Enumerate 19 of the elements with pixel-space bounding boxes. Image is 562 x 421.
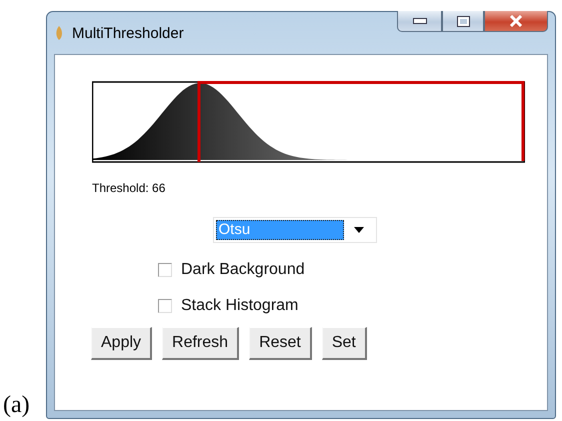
- dialog-button[interactable]: Refresh: [162, 327, 240, 360]
- checkbox-label: Stack Histogram: [181, 297, 298, 315]
- caret-icon: [354, 227, 364, 233]
- checkbox[interactable]: [158, 299, 172, 313]
- figure-label: (a): [3, 392, 31, 419]
- minimize-icon: [412, 18, 426, 24]
- dialog-button[interactable]: Set: [322, 327, 367, 360]
- threshold-label: Threshold: 66: [92, 181, 166, 195]
- close-icon: [509, 15, 523, 27]
- window-title: MultiThresholder: [72, 24, 185, 42]
- checkbox[interactable]: [158, 263, 172, 277]
- dialog-button[interactable]: Apply: [91, 327, 152, 360]
- checkbox-label: Dark Background: [181, 261, 305, 279]
- maximize-icon: [456, 16, 470, 26]
- minimize-button[interactable]: [397, 11, 442, 32]
- close-button[interactable]: [484, 11, 548, 32]
- maximize-button[interactable]: [442, 11, 484, 32]
- app-icon: [54, 25, 64, 41]
- dialog-button[interactable]: Reset: [249, 327, 312, 360]
